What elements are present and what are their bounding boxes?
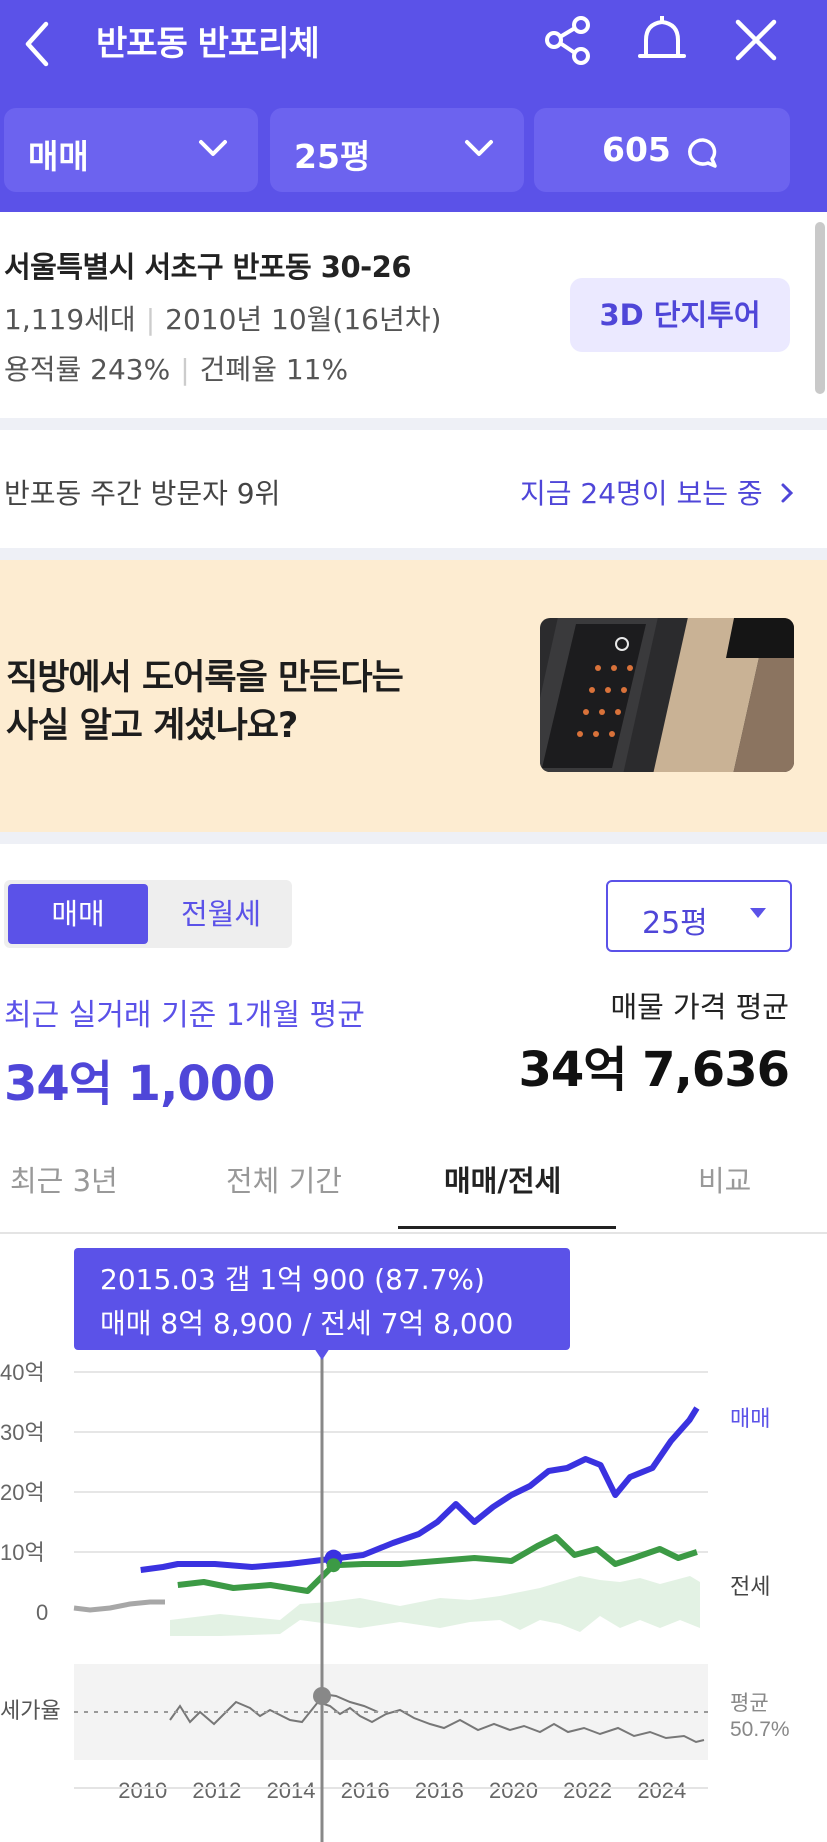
ratio-highlight-point <box>313 1687 331 1705</box>
section-divider <box>0 418 827 430</box>
section-divider <box>0 548 827 560</box>
chart-grid <box>74 1371 708 1553</box>
chevron-down-icon <box>465 140 493 156</box>
x-tick-label: 2018 <box>415 1778 464 1803</box>
complex-info-line: 1,119세대 | 2010년 10월(16년차) <box>4 303 442 336</box>
share-icon[interactable] <box>538 10 598 70</box>
now-viewing-link[interactable]: 지금 24명이 보는 중 <box>520 472 798 512</box>
recent-avg-value: 34억 1,000 <box>4 1056 275 1112</box>
y-tick-label: 0 <box>36 1600 48 1625</box>
jeonse-series-label: 전세 <box>730 1574 770 1599</box>
x-axis-labels: 2010 2012 2014 2016 2018 2020 2022 2024 <box>118 1778 686 1803</box>
trade-type-label: 매매 <box>28 137 89 176</box>
ad-line-2: 사실 알고 계셨나요? <box>6 706 298 746</box>
size-label: 25평 <box>294 137 371 176</box>
tab-recent-3y[interactable]: 최근 3년 <box>10 1158 118 1200</box>
now-viewing-text: 지금 24명이 보는 중 <box>520 477 763 510</box>
back-icon[interactable] <box>14 12 62 68</box>
ad-line-1: 직방에서 도어록을 만든다는 <box>6 658 404 698</box>
comments-button[interactable]: 605 <box>534 108 790 192</box>
bell-icon[interactable] <box>632 10 692 70</box>
x-tick-label: 2014 <box>267 1778 316 1803</box>
trade-type-dropdown[interactable]: 매매 <box>4 108 258 192</box>
comments-count: 605 <box>602 130 671 169</box>
y-tick-label: 10억 <box>0 1540 45 1565</box>
listing-avg-label: 매물 가격 평균 <box>610 990 789 1024</box>
3d-tour-button[interactable]: 3D 단지투어 <box>570 278 790 352</box>
scrollbar[interactable] <box>815 222 825 394</box>
building-coverage-ratio: 건폐율 11% <box>199 353 349 386</box>
ad-text: 직방에서 도어록을 만든다는 사실 알고 계셨나요? <box>6 654 404 750</box>
tab-divider <box>0 1232 827 1234</box>
y-tick-label: 30억 <box>0 1420 45 1445</box>
floor-area-ratio: 용적률 243% <box>4 353 171 386</box>
chevron-right-icon <box>781 483 793 503</box>
page-title: 반포동 반포리체 <box>96 24 320 64</box>
chart-series <box>140 1406 700 1594</box>
x-tick-label: 2020 <box>489 1778 538 1803</box>
built-date: 2010년 10월(16년차) <box>165 303 442 336</box>
close-icon[interactable] <box>726 10 786 70</box>
x-tick-label: 2016 <box>341 1778 390 1803</box>
tab-sale-jeonse[interactable]: 매매/전세 <box>444 1158 561 1200</box>
trade-segment-control: 매매 전월세 <box>4 880 292 948</box>
recent-avg-label: 최근 실거래 기준 1개월 평균 <box>4 998 365 1033</box>
chart-tooltip: 2015.03 갭 1억 900 (87.7%) 매매 8억 8,900 / 전… <box>74 1248 570 1350</box>
y-axis-labels: 40억 30억 20억 10억 0 <box>0 1360 48 1625</box>
jeonse-highlight-point <box>326 1558 341 1573</box>
visitor-rank: 반포동 주간 방문자 9위 <box>4 477 281 510</box>
segment-rent[interactable]: 전월세 <box>154 884 288 944</box>
ratio-average-label: 평균 <box>730 1692 769 1715</box>
door-lock-image <box>540 618 794 772</box>
section-divider <box>0 832 827 844</box>
x-tick-label: 2024 <box>637 1778 686 1803</box>
tooltip-line-2: 매매 8억 8,900 / 전세 7억 8,000 <box>100 1307 514 1340</box>
pre-sale-line <box>73 1599 165 1613</box>
listing-avg-value: 34억 7,636 <box>518 1042 790 1098</box>
x-tick-label: 2022 <box>563 1778 612 1803</box>
size-dropdown[interactable]: 25평 <box>270 108 524 192</box>
x-tick-label: 2010 <box>118 1778 167 1803</box>
ad-banner[interactable]: 직방에서 도어록을 만든다는 사실 알고 계셨나요? <box>0 560 827 832</box>
ratio-average-value: 50.7% <box>730 1718 790 1741</box>
tab-compare[interactable]: 비교 <box>698 1158 751 1200</box>
y-tick-label: 40억 <box>0 1360 45 1385</box>
complex-ratio-line: 용적률 243% | 건폐율 11% <box>4 353 349 386</box>
chevron-down-icon <box>199 140 227 156</box>
comment-icon <box>688 138 717 168</box>
segment-sale[interactable]: 매매 <box>8 884 148 944</box>
caret-down-icon <box>750 908 766 918</box>
tooltip-line-1: 2015.03 갭 1억 900 (87.7%) <box>100 1263 485 1296</box>
sale-series-label: 매매 <box>730 1406 770 1431</box>
top-bar: 반포동 반포리체 매매 25평 605 <box>0 0 827 212</box>
x-tick-label: 2012 <box>192 1778 241 1803</box>
households: 1,119세대 <box>4 303 136 336</box>
address: 서울특별시 서초구 반포동 30-26 <box>4 250 412 284</box>
pyeong-select[interactable]: 25평 <box>606 880 792 952</box>
active-tab-indicator <box>398 1226 616 1229</box>
y-tick-label: 20억 <box>0 1480 45 1505</box>
pyeong-select-label: 25평 <box>642 906 708 941</box>
tab-all-period[interactable]: 전체 기간 <box>226 1158 342 1200</box>
ratio-axis-label: 세가율 <box>0 1698 61 1723</box>
